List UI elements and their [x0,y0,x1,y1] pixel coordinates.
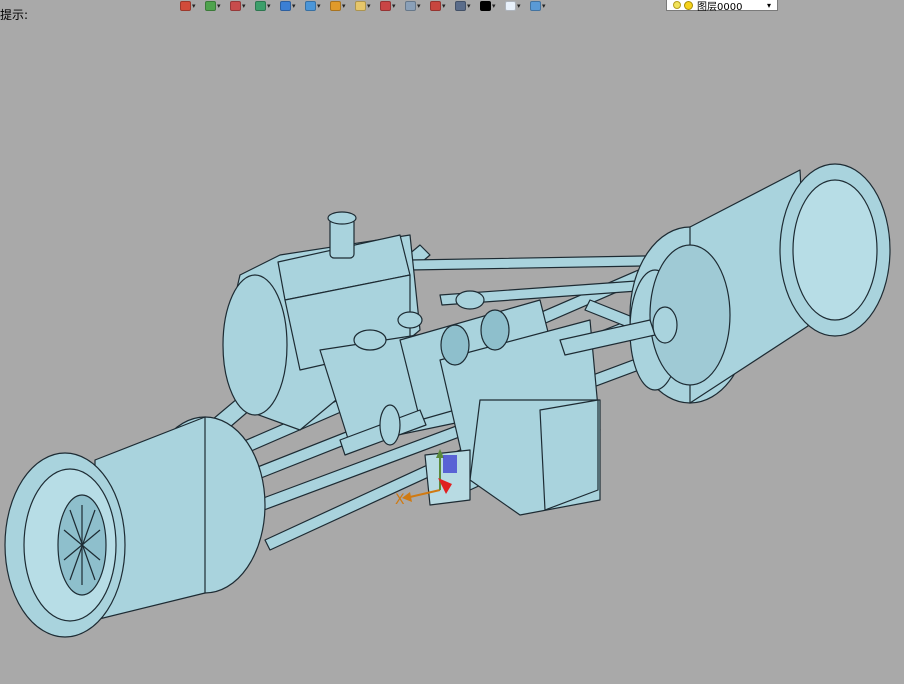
layer-dropdown[interactable]: 图层0000 ▾ [666,0,778,13]
clipboard-button[interactable]: ▾ [405,0,427,12]
layer-icon [180,1,191,11]
monitor-icon [455,1,466,11]
sphere-button[interactable]: ▾ [205,0,227,12]
cube-green-button[interactable]: ▾ [255,0,277,12]
lightbulb-icon[interactable] [673,1,681,9]
cube-view-button[interactable]: ▾ [305,0,327,12]
window-icon [355,1,366,11]
cube-layer-button[interactable]: ▾ [530,0,552,12]
black-square-icon [480,1,491,11]
cube-blue-button[interactable]: ▾ [280,0,302,12]
right-wheel [629,163,891,404]
dropdown-arrow-icon[interactable]: ▾ [292,2,296,10]
pencil-icon [230,1,241,11]
window-button[interactable]: ▾ [355,0,377,12]
dropdown-arrow-icon[interactable]: ▾ [217,2,221,10]
crosshair-button[interactable]: ▾ [380,0,402,12]
graphics-viewport[interactable] [0,0,904,680]
dropdown-arrow-icon[interactable]: ▾ [517,2,521,10]
left-wheel [4,416,266,638]
dropdown-arrow-icon[interactable]: ▾ [442,2,446,10]
dropdown-arrow-icon[interactable]: ▾ [417,2,421,10]
black-square-button[interactable]: ▾ [480,0,502,12]
sphere-icon [205,1,216,11]
dropdown-arrow-icon[interactable]: ▾ [542,2,546,10]
dropdown-arrow-icon[interactable]: ▾ [342,2,346,10]
frame-button[interactable]: ▾ [430,0,452,12]
dropdown-arrow-icon[interactable]: ▾ [467,2,471,10]
dropdown-arrow-icon[interactable]: ▾ [392,2,396,10]
cube-green-icon [255,1,266,11]
crosshair-icon [380,1,391,11]
dropdown-arrow-icon[interactable]: ▾ [242,2,246,10]
frame-icon [430,1,441,11]
chevron-down-icon[interactable]: ▾ [767,1,771,10]
toolbar: ▾ ▾ ▾ ▾ ▾ ▾ ▾ ▾ ▾ ▾ ▾ ▾ ▾ ▾ ▾ [180,0,552,12]
cube-layer-icon [530,1,541,11]
sun-icon[interactable] [684,0,693,10]
render-icon [330,1,341,11]
x-axis-label: X [395,492,405,508]
dropdown-arrow-icon[interactable]: ▾ [317,2,321,10]
dropdown-arrow-icon[interactable]: ▾ [492,2,496,10]
assembly-model [4,163,891,638]
dropdown-arrow-icon[interactable]: ▾ [367,2,371,10]
layer-button[interactable]: ▾ [180,0,202,12]
pencil-button[interactable]: ▾ [230,0,252,12]
cube-blue-icon [280,1,291,11]
cube-view-icon [305,1,316,11]
white-square-button[interactable]: ▾ [505,0,527,12]
white-square-icon [505,1,516,11]
render-button[interactable]: ▾ [330,0,352,12]
layer-name: 图层0000 [697,1,743,13]
monitor-button[interactable]: ▾ [455,0,477,12]
clipboard-icon [405,1,416,11]
hint-label: 提示: [0,8,29,22]
dropdown-arrow-icon[interactable]: ▾ [267,2,271,10]
dropdown-arrow-icon[interactable]: ▾ [192,2,196,10]
